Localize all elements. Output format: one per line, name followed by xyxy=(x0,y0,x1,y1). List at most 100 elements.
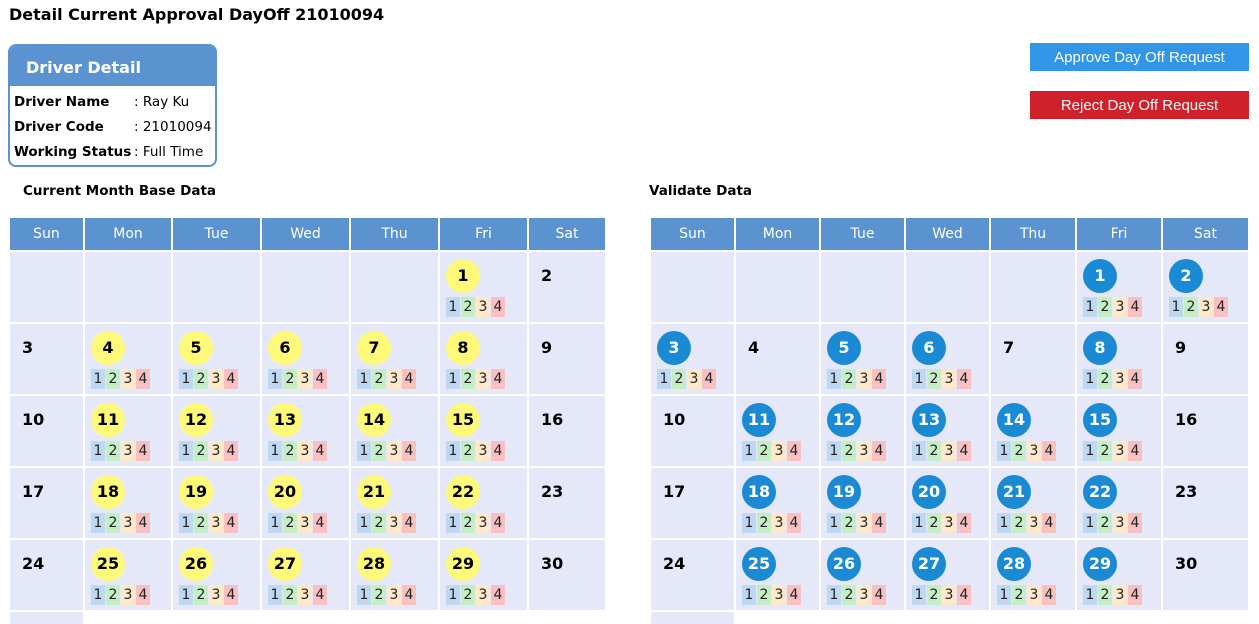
day-number-badge: 20 xyxy=(268,475,302,509)
calendar-day-cell: 10 xyxy=(10,396,83,466)
day-number-badge: 7 xyxy=(357,331,391,365)
weekday-mon: Mon xyxy=(736,218,819,250)
calendar-day-cell: 5 1234 xyxy=(173,324,260,394)
calendar-day-cell: 29 1 2 3 4 xyxy=(440,540,527,610)
shift-1-indicator: 1 xyxy=(1083,441,1097,461)
shift-1-indicator: 1 xyxy=(827,585,841,605)
shift-4-indicator: 4 xyxy=(957,513,971,533)
calendar-day-cell: 8 1234 xyxy=(1077,324,1161,394)
shift-2-indicator: 2 xyxy=(372,441,386,461)
shift-indicators: 1234 xyxy=(657,369,717,389)
calendar-empty-cell xyxy=(173,252,260,322)
shift-indicators: 1234 xyxy=(1083,513,1143,533)
weekday-sun: Sun xyxy=(10,218,83,250)
shift-2-indicator: 2 xyxy=(372,585,386,605)
shift-4-indicator: 4 xyxy=(136,513,150,533)
weekday-sat: Sat xyxy=(1163,218,1248,250)
driver-name-value: : Ray Ku xyxy=(134,94,190,110)
shift-indicators: 1234 xyxy=(827,441,887,461)
shift-3-indicator: 3 xyxy=(476,369,490,389)
shift-indicators: 1234 xyxy=(446,297,506,317)
shift-2-indicator: 2 xyxy=(194,441,208,461)
day-number: 9 xyxy=(541,338,553,357)
shift-3-indicator: 3 xyxy=(387,513,401,533)
calendar-grid: 1 1 2 3 4 2 1 2 3 4 3 1 2 3 4 4 5 1 2 3 4 6 1 2 3 4 7 8 1 2 3 4 9 10 11 1 2 3… xyxy=(651,252,1250,610)
calendar-week-row: 17 18 1 2 3 4 19 1 2 3 4 20 1 2 3 4 21 1 2 3 4 22 1 2 3 4 23 xyxy=(651,468,1250,538)
calendar-day-cell: 21 1 2 3 4 xyxy=(991,468,1075,538)
reject-day-off-button[interactable]: Reject Day Off Request xyxy=(1030,91,1249,119)
shift-indicators: 1234 xyxy=(742,585,802,605)
shift-3-indicator: 3 xyxy=(298,513,312,533)
approve-day-off-button[interactable]: Approve Day Off Request xyxy=(1030,43,1249,71)
shift-3-indicator: 3 xyxy=(476,513,490,533)
shift-1-indicator: 1 xyxy=(91,513,105,533)
shift-1-indicator: 1 xyxy=(827,441,841,461)
shift-1-indicator: 1 xyxy=(268,369,282,389)
shift-1-indicator: 1 xyxy=(1083,369,1097,389)
shift-2-indicator: 2 xyxy=(1012,441,1026,461)
shift-2-indicator: 2 xyxy=(283,585,297,605)
shift-3-indicator: 3 xyxy=(857,513,871,533)
shift-4-indicator: 4 xyxy=(224,369,238,389)
shift-1-indicator: 1 xyxy=(997,441,1011,461)
day-number-badge: 12 xyxy=(827,403,861,437)
day-number-badge: 22 xyxy=(1083,475,1117,509)
day-number-badge: 8 xyxy=(1083,331,1117,365)
shift-2-indicator: 2 xyxy=(194,513,208,533)
calendar-day-cell: 16 xyxy=(1163,396,1248,466)
shift-2-indicator: 2 xyxy=(927,585,941,605)
shift-4-indicator: 4 xyxy=(872,513,886,533)
day-number-badge: 19 xyxy=(827,475,861,509)
shift-indicators: 1234 xyxy=(1083,441,1143,461)
shift-4-indicator: 4 xyxy=(957,441,971,461)
shift-4-indicator: 4 xyxy=(957,585,971,605)
day-number: 16 xyxy=(541,410,564,429)
calendar-day-cell: 24 xyxy=(651,540,734,610)
shift-indicators: 1234 xyxy=(446,585,506,605)
shift-4-indicator: 4 xyxy=(402,441,416,461)
calendar-day-cell: 8 1234 xyxy=(440,324,527,394)
shift-3-indicator: 3 xyxy=(772,513,786,533)
calendar-day-cell: 12 1 2 3 4 xyxy=(821,396,904,466)
day-number-badge: 15 xyxy=(446,403,480,437)
shift-2-indicator: 2 xyxy=(927,513,941,533)
shift-4-indicator: 4 xyxy=(136,585,150,605)
day-number-badge: 14 xyxy=(357,403,391,437)
shift-indicators: 1234 xyxy=(357,513,417,533)
day-number: 30 xyxy=(541,554,564,573)
shift-4-indicator: 4 xyxy=(957,369,971,389)
shift-2-indicator: 2 xyxy=(1098,513,1112,533)
calendar-week-row: 341234512346123471234812349 xyxy=(10,324,607,394)
shift-3-indicator: 3 xyxy=(476,297,490,317)
shift-3-indicator: 3 xyxy=(687,369,701,389)
shift-2-indicator: 2 xyxy=(283,369,297,389)
driver-code-value: : 21010094 xyxy=(134,119,212,135)
shift-1-indicator: 1 xyxy=(912,369,926,389)
shift-1-indicator: 1 xyxy=(268,513,282,533)
shift-3-indicator: 3 xyxy=(387,441,401,461)
weekday-thu: Thu xyxy=(991,218,1075,250)
shift-3-indicator: 3 xyxy=(476,585,490,605)
shift-2-indicator: 2 xyxy=(1098,441,1112,461)
shift-1-indicator: 1 xyxy=(997,585,1011,605)
shift-1-indicator: 1 xyxy=(357,513,371,533)
shift-indicators: 1234 xyxy=(912,369,972,389)
shift-indicators: 1234 xyxy=(997,513,1057,533)
shift-4-indicator: 4 xyxy=(787,513,801,533)
weekday-sat: Sat xyxy=(529,218,605,250)
shift-3-indicator: 3 xyxy=(298,369,312,389)
calendar-week-row: 24 25 1 2 3 4 26 1 2 3 4 27 1 2 3 4 28 1 2 3 4 29 1 2 3 4 30 xyxy=(10,540,607,610)
shift-1-indicator: 1 xyxy=(357,369,371,389)
working-status-row: Working Status : Full Time xyxy=(14,140,215,165)
shift-4-indicator: 4 xyxy=(787,585,801,605)
day-number: 17 xyxy=(22,482,45,501)
shift-indicators: 1234 xyxy=(827,513,887,533)
day-number-badge: 12 xyxy=(179,403,213,437)
shift-2-indicator: 2 xyxy=(672,369,686,389)
shift-3-indicator: 3 xyxy=(857,585,871,605)
shift-2-indicator: 2 xyxy=(461,441,475,461)
shift-indicators: 1234 xyxy=(179,441,239,461)
shift-indicators: 1234 xyxy=(91,369,151,389)
calendar-day-cell: 27 1 2 3 4 xyxy=(262,540,349,610)
day-number-badge: 4 xyxy=(91,331,125,365)
